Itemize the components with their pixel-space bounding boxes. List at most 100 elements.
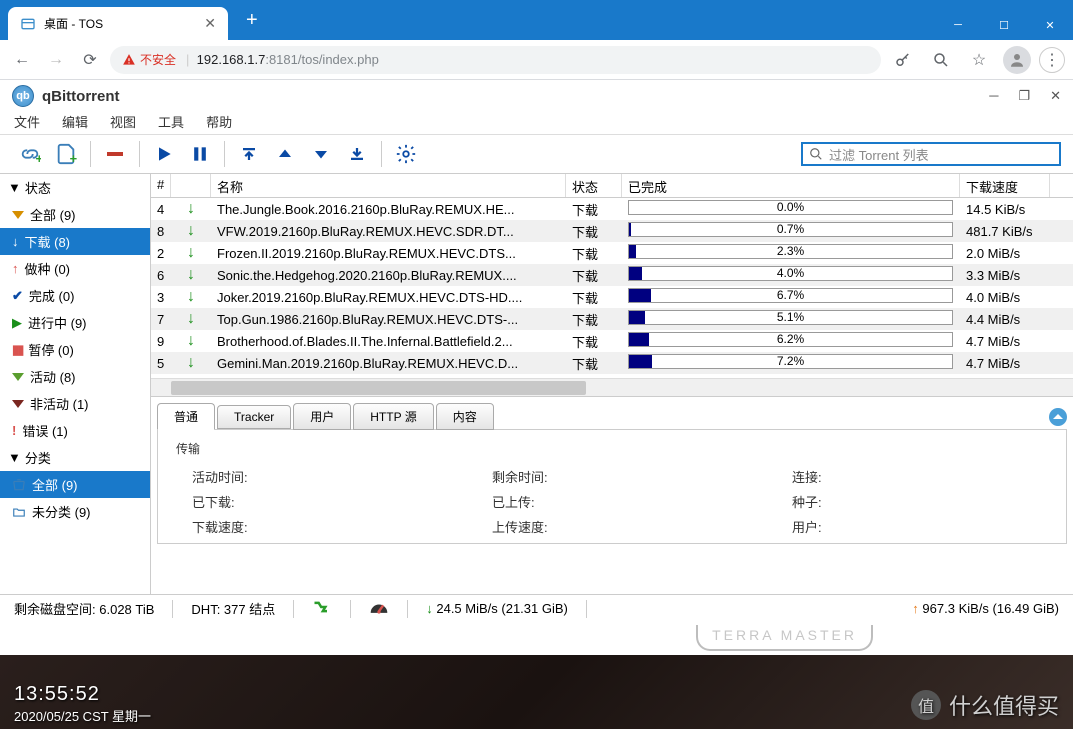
svg-text:+: +: [70, 151, 77, 165]
menu-view[interactable]: 视图: [110, 112, 136, 134]
sidebar-status-item[interactable]: ✔完成 (0): [0, 282, 150, 309]
window-minimize-button[interactable]: ─: [935, 10, 981, 40]
torrent-status: 下载: [566, 266, 622, 285]
torrent-progress: 7.2%: [622, 354, 960, 372]
move-down-button[interactable]: [303, 139, 339, 169]
app-minimize-button[interactable]: ─: [989, 88, 998, 104]
watermark: 值 什么值得买: [897, 681, 1073, 729]
sidebar-status-item[interactable]: ↓下载 (8): [0, 228, 150, 255]
col-speed[interactable]: 下载速度: [960, 174, 1050, 197]
move-top-button[interactable]: [231, 139, 267, 169]
tab-title: 桌面 - TOS: [44, 15, 103, 32]
sidebar-status-item[interactable]: 活动 (8): [0, 363, 150, 390]
torrent-name: Top.Gun.1986.2160p.BluRay.REMUX.HEVC.DTS…: [211, 312, 566, 327]
browser-tab[interactable]: 桌面 - TOS ✕: [8, 7, 228, 40]
col-status[interactable]: 状态: [566, 174, 622, 197]
torrent-progress: 6.2%: [622, 332, 960, 350]
star-icon[interactable]: ☆: [963, 44, 995, 76]
add-torrent-button[interactable]: +: [48, 139, 84, 169]
upload-rate: ↑ 967.3 KiB/s (16.49 GiB): [912, 601, 1059, 616]
move-up-button[interactable]: [267, 139, 303, 169]
filter-input[interactable]: 过滤 Torrent 列表: [801, 142, 1061, 166]
torrent-speed: 4.7 MiB/s: [960, 334, 1050, 349]
col-name[interactable]: 名称: [211, 174, 566, 197]
menu-help[interactable]: 帮助: [206, 112, 232, 134]
torrent-row[interactable]: 6 ↓ Sonic.the.Hedgehog.2020.2160p.BluRay…: [151, 264, 1073, 286]
address-bar[interactable]: 不安全 | 192.168.1.7:8181/tos/index.php: [110, 46, 881, 74]
url-host: 192.168.1.7: [197, 52, 266, 67]
field-dl-limit: 下载限制:: [172, 542, 452, 544]
torrent-speed: 3.3 MiB/s: [960, 268, 1050, 283]
menu-edit[interactable]: 编辑: [62, 112, 88, 134]
field-peers: 用户:: [772, 517, 1052, 536]
torrent-speed: 14.5 KiB/s: [960, 202, 1050, 217]
download-icon: ↓: [171, 266, 211, 284]
settings-button[interactable]: [388, 139, 424, 169]
nav-reload-button[interactable]: ⟳: [76, 46, 104, 74]
sidebar-status-item[interactable]: 全部 (9): [0, 201, 150, 228]
tab-general[interactable]: 普通: [157, 403, 215, 430]
field-ul-speed: 上传速度:: [472, 517, 752, 536]
torrent-row[interactable]: 2 ↓ Frozen.II.2019.2160p.BluRay.REMUX.HE…: [151, 242, 1073, 264]
browser-menu-button[interactable]: ⋮: [1039, 47, 1065, 73]
window-maximize-button[interactable]: ☐: [981, 10, 1027, 40]
field-wasted: 已丢弃:: [772, 542, 1052, 544]
detail-collapse-button[interactable]: [1049, 408, 1067, 426]
torrent-speed: 4.7 MiB/s: [960, 356, 1050, 371]
torrent-name: Brotherhood.of.Blades.II.The.Infernal.Ba…: [211, 334, 566, 349]
app-close-button[interactable]: ✕: [1050, 88, 1061, 104]
table-header: # 名称 状态 已完成 下载速度: [151, 174, 1073, 198]
torrent-speed: 2.0 MiB/s: [960, 246, 1050, 261]
desktop-taskbar: TERRA MASTER 13:55:52 2020/05/25 CST 星期一…: [0, 655, 1073, 729]
qbittorrent-logo: qb: [12, 85, 34, 107]
delete-button[interactable]: [97, 139, 133, 169]
move-bottom-button[interactable]: [339, 139, 375, 169]
torrent-row[interactable]: 8 ↓ VFW.2019.2160p.BluRay.REMUX.HEVC.SDR…: [151, 220, 1073, 242]
menubar: 文件 编辑 视图 工具 帮助: [0, 112, 1073, 134]
tab-close-icon[interactable]: ✕: [204, 15, 216, 32]
menu-tools[interactable]: 工具: [158, 112, 184, 134]
tab-favicon: [20, 16, 36, 32]
category-header[interactable]: ▼ 分类: [0, 444, 150, 471]
sidebar-status-item[interactable]: ↑做种 (0): [0, 255, 150, 282]
torrent-row[interactable]: 3 ↓ Joker.2019.2160p.BluRay.REMUX.HEVC.D…: [151, 286, 1073, 308]
window-close-button[interactable]: ✕: [1027, 10, 1073, 40]
pause-button[interactable]: [182, 139, 218, 169]
sidebar-category-item[interactable]: 未分类 (9): [0, 498, 150, 525]
sidebar-status-item[interactable]: 非活动 (1): [0, 390, 150, 417]
field-eta: 剩余时间:: [472, 467, 752, 486]
torrent-row[interactable]: 4 ↓ The.Jungle.Book.2016.2160p.BluRay.RE…: [151, 198, 1073, 220]
field-ul-limit: 上传限制:: [472, 542, 752, 544]
tab-content[interactable]: 内容: [436, 403, 494, 430]
col-done[interactable]: 已完成: [622, 174, 960, 197]
app-title: qBittorrent: [42, 88, 120, 105]
torrent-status: 下载: [566, 332, 622, 351]
app-maximize-button[interactable]: ❐: [1018, 88, 1030, 104]
key-icon[interactable]: [887, 44, 919, 76]
torrent-row[interactable]: 5 ↓ Gemini.Man.2019.2160p.BluRay.REMUX.H…: [151, 352, 1073, 374]
speed-limit-icon[interactable]: [369, 599, 389, 618]
profile-avatar[interactable]: [1001, 44, 1033, 76]
add-link-button[interactable]: +: [12, 139, 48, 169]
tab-http-sources[interactable]: HTTP 源: [353, 403, 433, 430]
nav-back-button[interactable]: ←: [8, 46, 36, 74]
nav-forward-button[interactable]: →: [42, 46, 70, 74]
horizontal-scrollbar[interactable]: [151, 378, 1073, 396]
torrent-row[interactable]: 9 ↓ Brotherhood.of.Blades.II.The.Inferna…: [151, 330, 1073, 352]
torrent-row[interactable]: 7 ↓ Top.Gun.1986.2160p.BluRay.REMUX.HEVC…: [151, 308, 1073, 330]
sidebar-category-item[interactable]: 全部 (9): [0, 471, 150, 498]
col-num[interactable]: #: [151, 174, 171, 197]
tab-tracker[interactable]: Tracker: [217, 405, 291, 429]
download-icon: ↓: [171, 354, 211, 372]
status-header[interactable]: ▼ 状态: [0, 174, 150, 201]
sidebar-status-item[interactable]: ▮▮暂停 (0): [0, 336, 150, 363]
tab-peers[interactable]: 用户: [293, 403, 351, 430]
zoom-icon[interactable]: [925, 44, 957, 76]
menu-file[interactable]: 文件: [14, 112, 40, 134]
torrent-list: 4 ↓ The.Jungle.Book.2016.2160p.BluRay.RE…: [151, 198, 1073, 374]
resume-button[interactable]: [146, 139, 182, 169]
sidebar-status-item[interactable]: !错误 (1): [0, 417, 150, 444]
sidebar-status-item[interactable]: ▶进行中 (9): [0, 309, 150, 336]
new-tab-button[interactable]: +: [240, 5, 264, 36]
torrent-name: Frozen.II.2019.2160p.BluRay.REMUX.HEVC.D…: [211, 246, 566, 261]
